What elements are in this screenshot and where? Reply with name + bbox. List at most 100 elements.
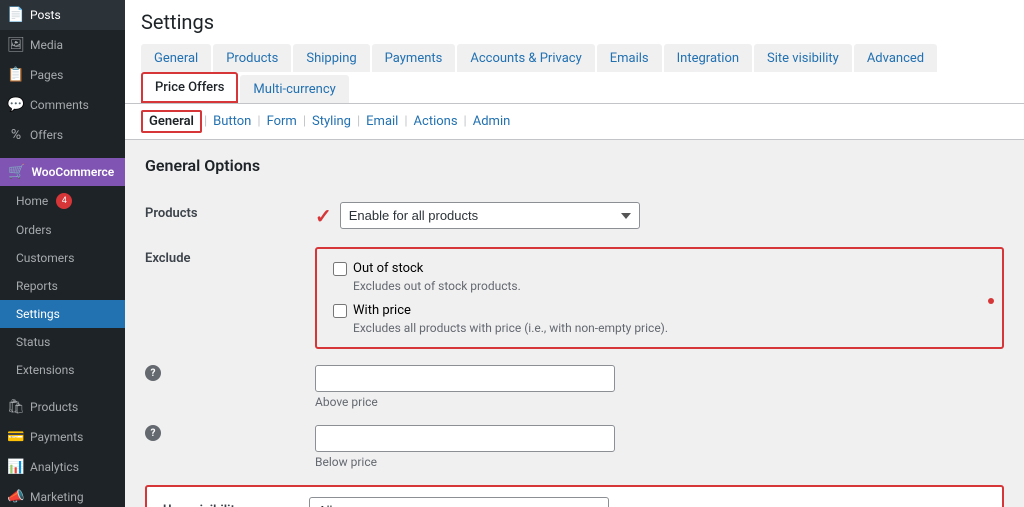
sub-tab-general[interactable]: General [141, 110, 202, 133]
sep-1: | [202, 114, 209, 129]
tab-advanced[interactable]: Advanced [854, 44, 937, 72]
sidebar-item-extensions[interactable]: Extensions [0, 356, 125, 384]
sidebar: 📄 Posts 🖼 Media 📋 Pages 💬 Comments % Off… [0, 0, 125, 507]
sub-tab-form[interactable]: Form [263, 112, 301, 131]
top-tabs: General Products Shipping Payments Accou… [141, 44, 1008, 103]
section-title: General Options [145, 156, 1004, 175]
sidebar-item-label: Pages [30, 68, 63, 82]
below-price-help-icon[interactable]: ? [145, 425, 161, 441]
out-of-stock-checkbox-row: Out of stock [333, 261, 986, 276]
offers-icon: % [8, 127, 24, 143]
below-price-row: ? Below price [145, 417, 1004, 477]
sidebar-item-orders[interactable]: Orders [0, 216, 125, 244]
exclude-field-label: Exclude [145, 247, 315, 266]
exclude-section: Exclude Out of stock Excludes out of sto… [145, 239, 1004, 357]
sidebar-item-status[interactable]: Status [0, 328, 125, 356]
home-badge: 4 [56, 193, 72, 209]
above-price-sublabel: Above price [315, 395, 615, 409]
products-field-label: Products [145, 202, 315, 221]
checkmark-icon: ✓ [315, 204, 332, 228]
page-title: Settings [141, 10, 1008, 34]
tab-shipping[interactable]: Shipping [293, 44, 369, 72]
tab-integration[interactable]: Integration [664, 44, 752, 72]
with-price-label[interactable]: With price [353, 303, 411, 318]
sidebar-item-marketing[interactable]: 📣 Marketing [0, 482, 125, 507]
customers-label: Customers [16, 251, 74, 265]
sep-3: | [301, 114, 308, 129]
sub-tab-styling[interactable]: Styling [308, 112, 355, 131]
sidebar-item-reports[interactable]: Reports [0, 272, 125, 300]
products-dropdown[interactable]: Enable for all products Disable for all … [340, 202, 640, 229]
sidebar-item-posts[interactable]: 📄 Posts [0, 0, 125, 30]
status-label: Status [16, 335, 50, 349]
above-price-input[interactable] [315, 365, 615, 392]
sidebar-item-payments[interactable]: 💳 Payments [0, 422, 125, 452]
analytics-label: Analytics [30, 460, 79, 474]
below-price-input[interactable] [315, 425, 615, 452]
out-of-stock-checkbox[interactable] [333, 262, 347, 276]
with-price-checkbox-row: With price [333, 303, 986, 318]
woo-label: WooCommerce [31, 165, 114, 179]
above-price-label-col: ? [145, 365, 315, 381]
sidebar-item-customers[interactable]: Customers [0, 244, 125, 272]
sidebar-item-home[interactable]: Home 4 [0, 186, 125, 216]
sep-2: | [255, 114, 262, 129]
settings-header: Settings General Products Shipping Payme… [125, 0, 1024, 104]
posts-icon: 📄 [8, 7, 24, 23]
above-price-help-icon[interactable]: ? [145, 365, 161, 381]
sub-tab-email[interactable]: Email [362, 112, 402, 131]
sub-tab-button[interactable]: Button [209, 112, 255, 131]
sub-tab-actions[interactable]: Actions [410, 112, 462, 131]
pages-icon: 📋 [8, 67, 24, 83]
media-icon: 🖼 [8, 37, 24, 53]
tab-products[interactable]: Products [213, 44, 291, 72]
sidebar-item-label: Comments [30, 98, 89, 112]
main-content: Settings General Products Shipping Payme… [125, 0, 1024, 507]
products-icon: 🛍 [8, 399, 24, 415]
products-row: Products ✓ Enable for all products Disab… [145, 191, 1004, 239]
out-of-stock-label[interactable]: Out of stock [353, 261, 423, 276]
sidebar-item-pages[interactable]: 📋 Pages [0, 60, 125, 90]
analytics-icon: 📊 [8, 459, 24, 475]
settings-label: Settings [16, 307, 60, 321]
sidebar-item-products[interactable]: 🛍 Products [0, 392, 125, 422]
user-visibility-box: User visibility All users Logged in user… [145, 485, 1004, 507]
exclude-box: Out of stock Excludes out of stock produ… [315, 247, 1004, 349]
sidebar-item-settings[interactable]: Settings [0, 300, 125, 328]
above-price-row: ? Above price [145, 357, 1004, 417]
sidebar-item-comments[interactable]: 💬 Comments [0, 90, 125, 120]
above-price-control: Above price [315, 365, 615, 409]
comments-icon: 💬 [8, 97, 24, 113]
woo-icon: 🛒 [8, 164, 25, 180]
sidebar-item-label: Media [30, 38, 63, 52]
with-price-checkbox[interactable] [333, 304, 347, 318]
sep-6: | [462, 114, 469, 129]
sidebar-item-label: Offers [30, 128, 63, 142]
red-dot [988, 298, 994, 304]
tab-site-visibility[interactable]: Site visibility [754, 44, 852, 72]
sidebar-item-label: Posts [30, 8, 61, 22]
tab-accounts-privacy[interactable]: Accounts & Privacy [457, 44, 594, 72]
content-area: General Options Products ✓ Enable for al… [125, 140, 1024, 507]
exclude-with-price: With price Excludes all products with pr… [333, 303, 986, 335]
extensions-label: Extensions [16, 363, 74, 377]
sidebar-item-offers[interactable]: % Offers [0, 120, 125, 150]
payments-icon: 💳 [8, 429, 24, 445]
sidebar-item-analytics[interactable]: 📊 Analytics [0, 452, 125, 482]
below-price-control: Below price [315, 425, 615, 469]
tab-emails[interactable]: Emails [597, 44, 662, 72]
below-price-label-col: ? [145, 425, 315, 441]
tab-general[interactable]: General [141, 44, 211, 72]
below-price-sublabel: Below price [315, 455, 615, 469]
user-visibility-dropdown[interactable]: All users Logged in users Logged out use… [309, 497, 609, 507]
tab-multi-currency[interactable]: Multi-currency [240, 75, 348, 103]
with-price-desc: Excludes all products with price (i.e., … [353, 321, 986, 335]
sidebar-item-media[interactable]: 🖼 Media [0, 30, 125, 60]
tab-price-offers[interactable]: Price Offers [141, 72, 238, 103]
woocommerce-menu: 🛒 WooCommerce [0, 158, 125, 186]
sub-tab-admin[interactable]: Admin [469, 112, 515, 131]
products-label: Products [30, 400, 78, 414]
marketing-icon: 📣 [8, 489, 24, 505]
orders-label: Orders [16, 223, 52, 237]
tab-payments[interactable]: Payments [372, 44, 456, 72]
